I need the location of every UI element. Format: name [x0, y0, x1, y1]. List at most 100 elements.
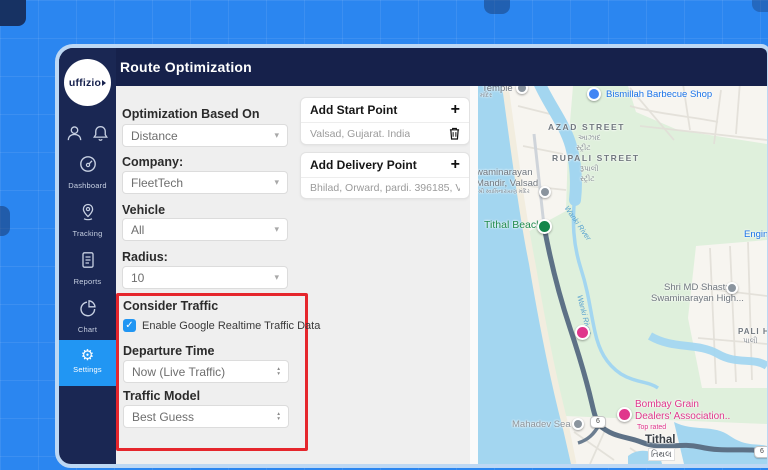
app-logo[interactable]: uffizio	[64, 59, 111, 106]
map-marker-mahadev-sea[interactable]	[572, 418, 584, 430]
traffic-checkbox-row: ✓ Enable Google Realtime Traffic Data	[123, 319, 320, 332]
sidebar-item-dashboard[interactable]: Dashboard	[59, 154, 116, 190]
vehicle-select[interactable]: All ▾	[122, 218, 288, 241]
map-label-rupali-street: RUPALI STREET	[552, 153, 640, 163]
map-marker-mandir[interactable]	[539, 186, 551, 198]
sidebar-item-label: Dashboard	[59, 181, 116, 190]
company-select-value: FleetTech	[131, 176, 183, 190]
map-label-azad-street-gujarati: સ્ટ્રીટ	[576, 143, 591, 153]
background-decor-square	[0, 206, 10, 236]
route-shield-icon: 6	[590, 416, 606, 428]
up-down-arrows-icon: ▴▾	[277, 412, 280, 421]
map-label-shri-md-shastri: Shri MD Shastri	[664, 282, 731, 293]
traffic-model-select[interactable]: Best Guess ▴▾	[123, 405, 289, 428]
map-marker-shastri-school[interactable]	[726, 282, 738, 294]
optimization-select-value: Distance	[131, 129, 178, 143]
background-decor-square	[752, 0, 768, 12]
chevron-down-icon: ▾	[274, 130, 279, 141]
radius-select-value: 10	[131, 271, 144, 285]
departure-time-select[interactable]: Now (Live Traffic) ▴▾	[123, 360, 289, 383]
add-start-point-button[interactable]: +	[451, 102, 460, 118]
sidebar-item-chart[interactable]: Chart	[59, 298, 116, 334]
background-decor-square	[484, 0, 510, 14]
company-label: Company:	[122, 155, 183, 169]
map-label-tithal-beach[interactable]: Tithal Beach	[484, 219, 542, 231]
traffic-checkbox[interactable]: ✓	[123, 319, 136, 332]
map-marker-bombay-grain[interactable]	[617, 407, 632, 422]
departure-time-label: Departure Time	[123, 344, 214, 358]
map-label-swaminarayan-mandir: waminarayan	[478, 167, 533, 178]
map-label-tithal-town-gujarati: તિથલ	[648, 448, 675, 461]
map-label-swaminarayan-mandir-gujarati: શ્રી સ્વામિનારાયણ મંદિર	[478, 189, 530, 196]
map-label-shri-md-shastri: Swaminarayan High...	[651, 293, 744, 304]
sidebar-item-settings[interactable]: ⚙ Settings	[59, 340, 116, 386]
traffic-model-label: Traffic Model	[123, 389, 200, 403]
sidebar: uffizio Dashboard	[59, 48, 116, 464]
sidebar-item-reports[interactable]: Reports	[59, 250, 116, 286]
map[interactable]: Temple મંદિર Bismillah Barbecue Shop AZA…	[478, 86, 767, 464]
map-label-azad-street: AZAD STREET	[548, 122, 625, 132]
radius-label: Radius:	[122, 250, 168, 264]
sidebar-item-label: Settings	[59, 365, 116, 374]
map-label-rupali-street-gujarati: રૂપાલી	[580, 164, 599, 174]
panel-edge	[470, 86, 478, 464]
vehicle-select-value: All	[131, 223, 144, 237]
map-label-azad-street-gujarati: આઝાદ	[578, 133, 601, 143]
map-marker-poi-pink[interactable]	[575, 325, 590, 340]
map-label-pali: PALI H	[738, 327, 767, 336]
vehicle-label: Vehicle	[122, 203, 165, 217]
logo-arrow-icon	[102, 80, 106, 86]
chevron-down-icon: ▾	[274, 224, 279, 235]
map-label-bombay-grain[interactable]: Dealers' Association..	[635, 411, 730, 422]
sidebar-item-tracking[interactable]: Tracking	[59, 202, 116, 238]
pie-chart-icon	[78, 298, 98, 318]
delivery-point-address: Bhilad, Orward, pardi. 396185, Va...	[310, 182, 460, 194]
map-label-rupali-street-gujarati: સ્ટ્રીટ	[580, 174, 595, 184]
optimization-select[interactable]: Distance ▾	[122, 124, 288, 147]
up-down-arrows-icon: ▴▾	[277, 367, 280, 376]
map-marker-route-start[interactable]	[537, 219, 552, 234]
user-icon[interactable]	[65, 124, 84, 143]
map-label-top-rated: Top rated	[637, 424, 666, 431]
map-label-swaminarayan-mandir: Mandir, Valsad	[478, 178, 538, 189]
map-label-bombay-grain[interactable]: Bombay Grain	[635, 399, 699, 410]
gear-icon: ⚙	[59, 348, 116, 363]
map-label-engineering: Engin	[744, 229, 767, 240]
chevron-down-icon: ▾	[274, 272, 279, 283]
map-label-temple-gujarati: મંદિર	[480, 93, 492, 100]
add-delivery-point-button[interactable]: +	[451, 157, 460, 173]
radius-select[interactable]: 10 ▾	[122, 266, 288, 289]
traffic-checkbox-label: Enable Google Realtime Traffic Data	[142, 320, 320, 332]
sidebar-item-label: Reports	[59, 277, 116, 286]
check-icon: ✓	[125, 320, 133, 331]
map-label-pali-gujarati: પાલી	[743, 336, 758, 346]
speedometer-icon	[78, 154, 98, 174]
delivery-point-title: Add Delivery Point	[310, 158, 417, 172]
settings-panel: Optimization Based On Distance ▾ Company…	[116, 86, 767, 464]
map-label-bismillah-barbecue-shop[interactable]: Bismillah Barbecue Shop	[606, 89, 712, 100]
app-header: Route Optimization	[59, 48, 767, 86]
map-label-tithal-town: Tithal	[645, 434, 675, 446]
departure-time-select-value: Now (Live Traffic)	[132, 365, 225, 379]
app-window: Route Optimization uffizio	[55, 44, 768, 468]
chevron-down-icon: ▾	[274, 177, 279, 188]
sidebar-item-label: Chart	[59, 325, 116, 334]
consider-traffic-label: Consider Traffic	[123, 299, 218, 313]
desktop-background: Route Optimization uffizio	[0, 0, 768, 470]
start-point-address: Valsad, Gujarat. India	[310, 128, 410, 140]
company-select[interactable]: FleetTech ▾	[122, 171, 288, 194]
traffic-model-select-value: Best Guess	[132, 410, 194, 424]
map-label-mahadev-sea: Mahadev Sea	[512, 419, 571, 430]
logo-text: uffizio	[69, 77, 101, 89]
route-shield-icon: 6	[754, 446, 767, 458]
trash-icon[interactable]	[449, 127, 460, 140]
start-point-title: Add Start Point	[310, 103, 397, 117]
map-marker-bismillah[interactable]	[587, 87, 601, 101]
page-title: Route Optimization	[120, 59, 252, 75]
start-point-card: Add Start Point + Valsad, Gujarat. India	[300, 97, 470, 145]
delivery-point-card: Add Delivery Point + Bhilad, Orward, par…	[300, 152, 470, 199]
document-icon	[78, 250, 98, 270]
background-decor-square	[0, 0, 26, 26]
location-pin-icon	[78, 202, 98, 222]
bell-icon[interactable]	[91, 124, 110, 143]
